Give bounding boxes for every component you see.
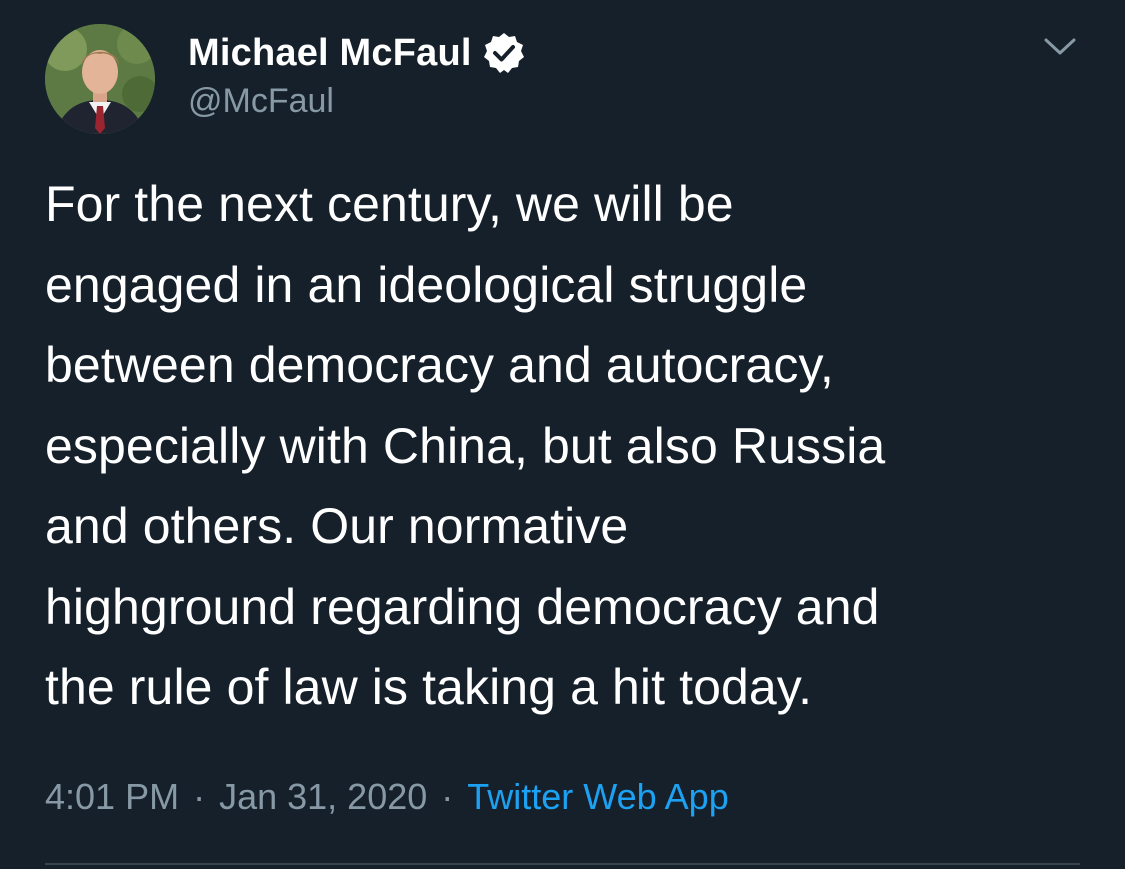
- avatar[interactable]: [45, 24, 155, 134]
- tweet-date[interactable]: Jan 31, 2020: [219, 776, 427, 818]
- meta-separator: ·: [193, 776, 206, 817]
- divider: [45, 863, 1080, 865]
- author-name[interactable]: Michael McFaul: [188, 32, 472, 75]
- verified-badge-icon: [482, 31, 526, 75]
- avatar-photo-icon: [45, 24, 155, 134]
- author-name-row: Michael McFaul: [188, 30, 526, 76]
- tweet-meta: 4:01 PM · Jan 31, 2020 · Twitter Web App: [45, 772, 729, 822]
- tweet-time[interactable]: 4:01 PM: [45, 776, 179, 818]
- tweet-source-link[interactable]: Twitter Web App: [467, 776, 728, 818]
- author-handle[interactable]: @McFaul: [188, 82, 334, 121]
- tweet-card: Michael McFaul @McFaul For the next cent…: [0, 0, 1125, 869]
- meta-separator: ·: [441, 776, 454, 817]
- tweet-text: For the next century, we will be engaged…: [45, 176, 886, 715]
- chevron-down-icon[interactable]: [1040, 34, 1080, 60]
